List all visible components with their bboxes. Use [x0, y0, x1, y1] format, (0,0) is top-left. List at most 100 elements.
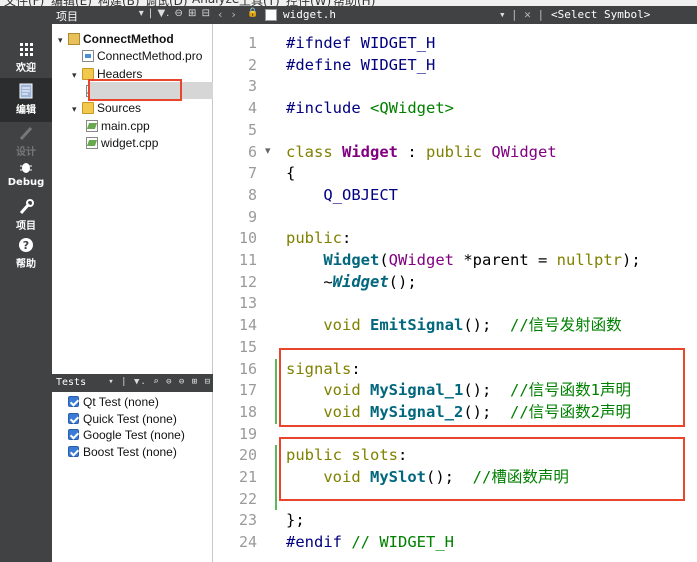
- line-number: 10: [238, 229, 257, 248]
- code-token: *parent =: [454, 251, 557, 269]
- highlight-box-slots: [279, 437, 685, 501]
- code-token: class: [286, 142, 342, 161]
- change-marker: [275, 445, 277, 511]
- code-token: ();: [388, 272, 417, 291]
- file-icon: [265, 9, 277, 21]
- code-token: <QWidget>: [370, 99, 454, 118]
- code-line[interactable]: Widget(QWidget *parent = nullptr);: [286, 250, 641, 272]
- test-item[interactable]: Google Test (none): [68, 427, 185, 443]
- svg-text:?: ?: [23, 239, 29, 252]
- code-token: :: [398, 142, 426, 161]
- code-line[interactable]: #ifndef WIDGET_H: [286, 33, 435, 55]
- pencil-icon: [17, 124, 35, 142]
- tests-panel-header: Tests ▾ | ▼. ⌕ ⊖ ⊖ ⊞ ⊟: [52, 374, 213, 392]
- open-file-name[interactable]: widget.h: [283, 8, 336, 21]
- line-number: 4: [247, 99, 257, 118]
- line-number: 20: [238, 446, 257, 465]
- fold-arrow-icon[interactable]: ▾: [265, 144, 271, 157]
- chevron-down-icon[interactable]: ▾: [72, 101, 82, 117]
- close-editor-button[interactable]: | ✕ |: [511, 8, 544, 21]
- code-token: ();: [463, 316, 510, 335]
- code-line[interactable]: ~Widget();: [286, 272, 417, 294]
- code-token: :: [342, 229, 352, 248]
- line-number: 14: [238, 316, 257, 335]
- mode-1[interactable]: 编辑: [0, 78, 52, 122]
- tree-item-label: widget.cpp: [101, 135, 159, 150]
- chevron-down-icon[interactable]: ▾: [58, 32, 68, 48]
- line-number: 6: [247, 142, 257, 161]
- code-token: public: [286, 229, 342, 248]
- test-item[interactable]: Qt Test (none): [68, 394, 159, 410]
- tree-item[interactable]: ConnectMethod.pro: [72, 48, 202, 64]
- checkbox-checked[interactable]: [68, 429, 79, 440]
- tree-item-label: main.cpp: [101, 118, 150, 133]
- code-line[interactable]: #endif // WIDGET_H: [286, 532, 454, 554]
- tree-item[interactable]: ▾ Sources: [72, 100, 141, 116]
- code-line[interactable]: void EmitSignal(); //信号发射函数: [286, 315, 622, 337]
- code-token: #ifndef WIDGET_H: [286, 34, 436, 52]
- code-token: public: [426, 142, 492, 161]
- chevron-down-icon[interactable]: ▾: [72, 67, 82, 83]
- code-token: // WIDGET_H: [351, 533, 454, 552]
- line-number: 18: [238, 402, 257, 421]
- line-number: 24: [238, 533, 257, 552]
- tests-panel-title: Tests: [56, 377, 87, 388]
- code-token: Widget: [342, 142, 398, 161]
- line-number: 21: [238, 468, 257, 486]
- code-token: (: [379, 251, 389, 269]
- checkbox-checked[interactable]: [68, 396, 79, 407]
- checkbox-checked[interactable]: [68, 445, 79, 457]
- line-number: 9: [247, 207, 257, 226]
- code-line[interactable]: public:: [286, 228, 351, 250]
- code-line[interactable]: };: [286, 510, 305, 532]
- test-item-label: Boost Test (none): [83, 444, 177, 459]
- tree-item[interactable]: main.cpp: [86, 118, 150, 134]
- grid-icon: [17, 40, 35, 58]
- cpp-file-icon: [86, 119, 98, 132]
- mode-label: 帮助: [16, 259, 36, 270]
- line-number: 19: [238, 424, 257, 443]
- tests-list: Qt Test (none) Quick Test (none) Google Te…: [52, 392, 213, 562]
- symbol-selector[interactable]: <Select Symbol>: [551, 8, 650, 21]
- project-panel-header: 项目 ▾ | ▼. ⊖ ⊞ ⊟: [52, 6, 213, 24]
- line-number: 22: [238, 489, 257, 508]
- code-token: };: [286, 511, 305, 530]
- line-number: 15: [238, 337, 257, 356]
- checkbox-checked[interactable]: [68, 412, 79, 424]
- change-marker: [275, 358, 277, 424]
- code-line[interactable]: class Widget : public QWidget: [286, 142, 557, 164]
- tree-item[interactable]: ▾ ConnectMethod: [58, 31, 174, 47]
- code-line[interactable]: {: [286, 163, 295, 185]
- editor-tab-bar: ‹ › 🔒 widget.h ▾ | ✕ | <Select Symbol>: [213, 6, 697, 24]
- line-number: 5: [247, 120, 257, 139]
- code-line[interactable]: #define WIDGET_H: [286, 55, 435, 77]
- code-token: {: [286, 164, 296, 183]
- line-number: 8: [247, 185, 257, 204]
- code-token: #endif: [286, 533, 352, 552]
- nav-arrows[interactable]: ‹ ›: [217, 8, 237, 21]
- mode-5[interactable]: ? 帮助: [0, 232, 52, 276]
- file-dropdown-arrow[interactable]: ▾: [499, 8, 506, 21]
- test-item[interactable]: Boost Test (none): [68, 444, 177, 460]
- fold-margin: ▾: [265, 24, 279, 562]
- tests-panel-toolbar[interactable]: ▾ | ▼. ⌕ ⊖ ⊖ ⊞ ⊟: [108, 377, 211, 387]
- code-token: //信号发射函数: [510, 316, 622, 335]
- tree-item-label: ConnectMethod: [83, 32, 174, 46]
- code-token: );: [621, 251, 641, 269]
- mode-label: 编辑: [16, 105, 36, 116]
- line-number: 11: [238, 251, 257, 269]
- mode-3[interactable]: Debug: [0, 154, 52, 198]
- code-line[interactable]: Q_OBJECT: [286, 185, 398, 207]
- code-token: #define WIDGET_H: [286, 55, 436, 74]
- line-number-gutter: 1 2 3 4 5 6 7 8 9 10 11 12 13 14 15 16 17 18 19 20 21 22 23 24: [213, 24, 265, 562]
- test-item[interactable]: Quick Test (none): [68, 411, 177, 427]
- highlight-box-signals: [279, 348, 685, 427]
- project-panel-toolbar[interactable]: ▾ | ▼. ⊖ ⊞ ⊟: [139, 8, 211, 19]
- code-token: nullptr: [556, 251, 622, 269]
- code-token: QWidget: [388, 251, 454, 269]
- mode-0[interactable]: 欢迎: [0, 36, 52, 80]
- tree-item[interactable]: widget.cpp: [86, 135, 158, 151]
- test-item-label: Google Test (none): [83, 428, 185, 442]
- highlight-box-widget-h: [88, 79, 182, 101]
- code-line[interactable]: #include <QWidget>: [286, 98, 454, 120]
